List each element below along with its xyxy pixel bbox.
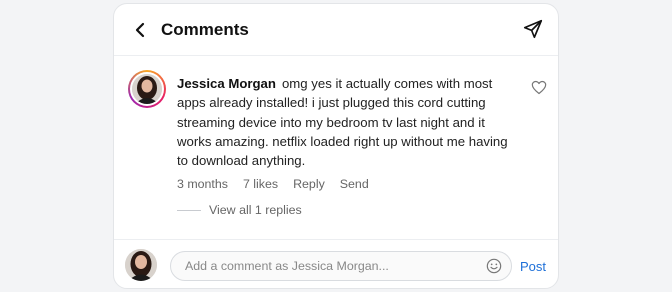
like-button[interactable]	[530, 78, 548, 96]
comment-meta: 3 months 7 likes Reply Send	[177, 177, 369, 191]
comment-input-wrapper	[170, 251, 512, 281]
back-button[interactable]	[128, 18, 152, 42]
emoji-button[interactable]	[485, 257, 503, 275]
comment-input[interactable]	[171, 252, 471, 280]
smiley-icon	[486, 258, 502, 274]
share-button[interactable]	[520, 16, 546, 42]
avatar[interactable]	[128, 70, 166, 108]
comment-timestamp: 3 months	[177, 177, 228, 191]
paper-plane-icon	[523, 19, 543, 39]
comment-composer: Post	[114, 239, 558, 288]
comment-author[interactable]: Jessica Morgan	[177, 76, 276, 91]
comment-text-block: Jessica Morgan omg yes it actually comes …	[177, 74, 512, 170]
view-replies-button[interactable]: View all 1 replies	[177, 203, 302, 217]
reply-button[interactable]: Reply	[293, 177, 325, 191]
replies-divider	[177, 209, 201, 211]
avatar-image	[130, 72, 164, 106]
comments-panel: Comments Jessica Morgan omg yes it actual…	[113, 3, 559, 289]
composer-avatar	[125, 249, 157, 281]
comments-header: Comments	[114, 4, 558, 56]
heart-icon	[531, 80, 547, 94]
send-button[interactable]: Send	[340, 177, 369, 191]
view-replies-label: View all 1 replies	[209, 203, 302, 217]
post-button[interactable]: Post	[520, 259, 546, 274]
chevron-left-icon	[135, 22, 145, 38]
likes-count[interactable]: 7 likes	[243, 177, 278, 191]
page-title: Comments	[161, 20, 249, 39]
